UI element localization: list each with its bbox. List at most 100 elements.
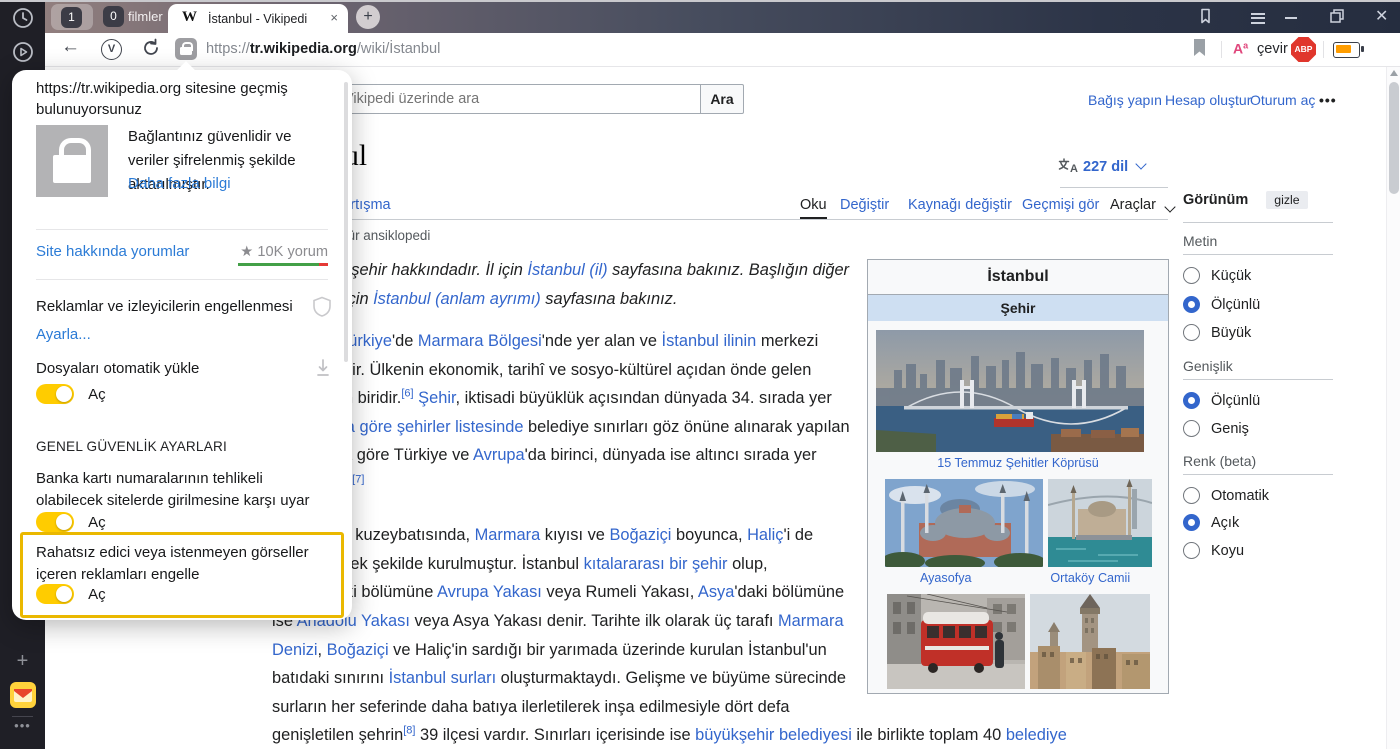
rail-add-icon[interactable]: +	[0, 650, 45, 673]
address-bar[interactable]: https://tr.wikipedia.org/wiki/İstanbul	[206, 41, 440, 57]
article-link[interactable]: İstanbul ilinin	[662, 332, 757, 350]
ads-configure-link[interactable]: Ayarla...	[36, 326, 328, 343]
radio-icon[interactable]	[1183, 542, 1200, 559]
refresh-icon[interactable]	[141, 38, 161, 58]
radio-option-standard-width[interactable]: Ölçünlü	[1183, 392, 1260, 412]
more-info-link[interactable]: Daha fazla bilgi	[128, 175, 328, 192]
article-link[interactable]: Marmara	[475, 526, 541, 544]
active-tab[interactable]: W İstanbul - Vikipedi ×	[168, 4, 348, 33]
sidebar-play-icon[interactable]	[0, 40, 45, 64]
battery-saver-icon[interactable]	[1333, 42, 1360, 58]
scrollbar-up-icon[interactable]	[1390, 70, 1398, 76]
translate-icon[interactable]: Aа	[1233, 40, 1248, 59]
radio-selected-icon[interactable]	[1183, 296, 1200, 313]
appearance-title: Görünüm	[1183, 192, 1248, 208]
tab-read[interactable]: Oku	[800, 197, 827, 213]
article-link[interactable]: Haliç	[747, 526, 783, 544]
tab-tools[interactable]: Araçlar	[1110, 197, 1156, 213]
radio-icon[interactable]	[1183, 420, 1200, 437]
section-text-label: Metin	[1183, 233, 1217, 249]
article-link[interactable]: Marmara Bölgesi	[418, 332, 542, 350]
search-button[interactable]: Ara	[700, 84, 744, 114]
article-link[interactable]: büyükşehir belediyesi	[695, 726, 852, 744]
radio-option-light[interactable]: Açık	[1183, 514, 1239, 534]
infobox-image-ortakoy[interactable]	[1048, 479, 1152, 567]
site-reviews-link[interactable]: Site hakkında yorumlar	[36, 243, 189, 260]
appearance-hide-button[interactable]: gizle	[1266, 191, 1307, 209]
article-link[interactable]: Boğaziçi	[327, 641, 389, 659]
bookmark-flag-icon[interactable]	[1191, 38, 1208, 57]
article-link[interactable]: belediye	[1006, 726, 1067, 744]
article-link[interactable]: İstanbul (il)	[527, 261, 607, 279]
tab-group-badge[interactable]: 0	[103, 6, 124, 27]
bookmarks-panel-icon[interactable]	[1197, 7, 1216, 26]
tab-history[interactable]: Geçmişi gör	[1022, 197, 1099, 213]
window-minimize-icon[interactable]	[1285, 17, 1297, 19]
language-selector[interactable]: A 227 dil	[1058, 158, 1145, 175]
create-account-link[interactable]: Hesap oluştur	[1165, 92, 1251, 108]
radio-icon[interactable]	[1183, 324, 1200, 341]
article-link[interactable]: Asya	[698, 583, 734, 601]
history-clock-icon[interactable]	[0, 6, 45, 30]
radio-icon[interactable]	[1183, 267, 1200, 284]
card-warning-toggle[interactable]	[36, 512, 74, 532]
article-link[interactable]: Avrupa	[473, 446, 525, 464]
yandex-button-icon[interactable]: V	[101, 39, 122, 60]
popup-scrollbar[interactable]	[344, 82, 348, 362]
site-lock-icon[interactable]	[175, 38, 197, 60]
reference-link[interactable]: [8]	[403, 725, 415, 737]
reviews-count[interactable]: ★ 10K yorum	[240, 243, 328, 260]
page-scrollbar[interactable]	[1386, 66, 1400, 749]
radio-option-small[interactable]: Küçük	[1183, 267, 1251, 287]
popup-divider	[36, 229, 328, 230]
article-text: ile birlikte toplam 40	[852, 726, 1006, 744]
article-link[interactable]: Şehir	[418, 389, 455, 407]
block-images-toggle[interactable]	[36, 584, 74, 604]
reference-link[interactable]: [6]	[401, 388, 413, 400]
tab-edit[interactable]: Değiştir	[840, 197, 889, 213]
back-icon[interactable]: ←	[61, 36, 80, 58]
window-restore-icon[interactable]	[1330, 9, 1344, 23]
caption-ayasofya[interactable]: Ayasofya	[876, 567, 1016, 594]
infobox-image-galata[interactable]	[1030, 594, 1150, 689]
search-input[interactable]	[310, 84, 700, 114]
reference-link[interactable]: [7]	[352, 473, 364, 485]
tab-group-active-chip[interactable]: 1	[51, 4, 93, 30]
donate-link[interactable]: Bağış yapın	[1088, 92, 1162, 108]
menu-hamburger-icon[interactable]	[1251, 10, 1265, 26]
yandex-mail-icon[interactable]	[0, 682, 45, 708]
caption-ortakoy[interactable]: Ortaköy Camii	[1021, 567, 1161, 594]
article-link[interactable]: İstanbul (anlam ayrımı)	[373, 290, 541, 308]
radio-option-automatic[interactable]: Otomatik	[1183, 487, 1269, 507]
radio-option-wide[interactable]: Geniş	[1183, 420, 1249, 440]
radio-option-large[interactable]: Büyük	[1183, 324, 1251, 344]
tab-edit-source[interactable]: Kaynağı değiştir	[908, 197, 1012, 213]
window-close-icon[interactable]: ✕	[1375, 6, 1388, 26]
scrollbar-thumb[interactable]	[1389, 82, 1399, 194]
toggle-state-label: Aç	[88, 586, 106, 603]
infobox-image-bosphorus-bridge[interactable]	[876, 330, 1144, 452]
header-more-icon[interactable]: •••	[1319, 92, 1337, 108]
radio-option-standard-text[interactable]: Ölçünlü	[1183, 296, 1260, 316]
article-link[interactable]: Boğaziçi	[609, 526, 671, 544]
article-link[interactable]: İstanbul surları	[389, 669, 497, 687]
caption-bridge[interactable]: 15 Temmuz Şehitler Köprüsü	[876, 452, 1160, 479]
radio-icon[interactable]	[1183, 487, 1200, 504]
autoload-toggle[interactable]	[36, 384, 74, 404]
secure-lock-icon	[36, 125, 108, 197]
login-link[interactable]: Oturum aç	[1250, 92, 1315, 108]
new-tab-button[interactable]: +	[356, 5, 380, 29]
tab-close-icon[interactable]: ×	[330, 10, 338, 25]
tab-group-label[interactable]: filmler	[128, 9, 163, 24]
radio-option-dark[interactable]: Koyu	[1183, 542, 1244, 562]
infobox-image-tram[interactable]	[887, 594, 1025, 689]
rail-more-icon[interactable]: •••	[0, 718, 45, 733]
radio-selected-icon[interactable]	[1183, 514, 1200, 531]
article-link[interactable]: Avrupa Yakası	[437, 583, 542, 601]
radio-selected-icon[interactable]	[1183, 392, 1200, 409]
translate-button[interactable]: çevir	[1257, 41, 1288, 57]
article-link[interactable]: kıtalararası bir şehir	[584, 555, 728, 573]
adblock-plus-icon[interactable]: ABP	[1291, 37, 1316, 62]
tools-chevron-icon[interactable]	[1164, 201, 1175, 212]
infobox-image-ayasofya[interactable]	[885, 479, 1043, 567]
